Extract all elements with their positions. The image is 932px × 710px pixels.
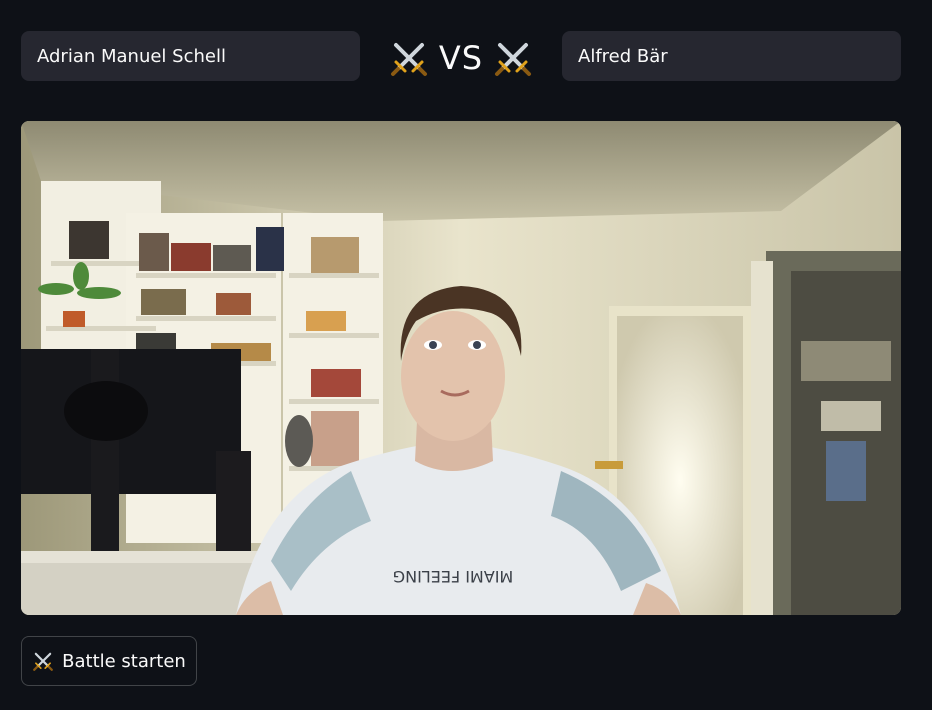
player1-name-input[interactable] — [21, 31, 360, 81]
crossed-swords-icon — [495, 43, 532, 76]
webcam-image: MIAMI FEELING — [21, 121, 901, 615]
vs-text: VS — [438, 39, 484, 77]
player-selection-row: VS — [21, 31, 901, 81]
crossed-swords-icon — [390, 43, 427, 76]
battle-start-button[interactable]: Battle starten — [21, 636, 197, 686]
versus-label: VS — [387, 35, 535, 81]
camera-snapshot: MIAMI FEELING — [21, 121, 901, 615]
crossed-swords-icon — [33, 652, 54, 671]
svg-text:MIAMI FEELING: MIAMI FEELING — [393, 567, 514, 586]
battle-button-label: Battle starten — [62, 650, 186, 672]
player2-name-input[interactable] — [562, 31, 901, 81]
